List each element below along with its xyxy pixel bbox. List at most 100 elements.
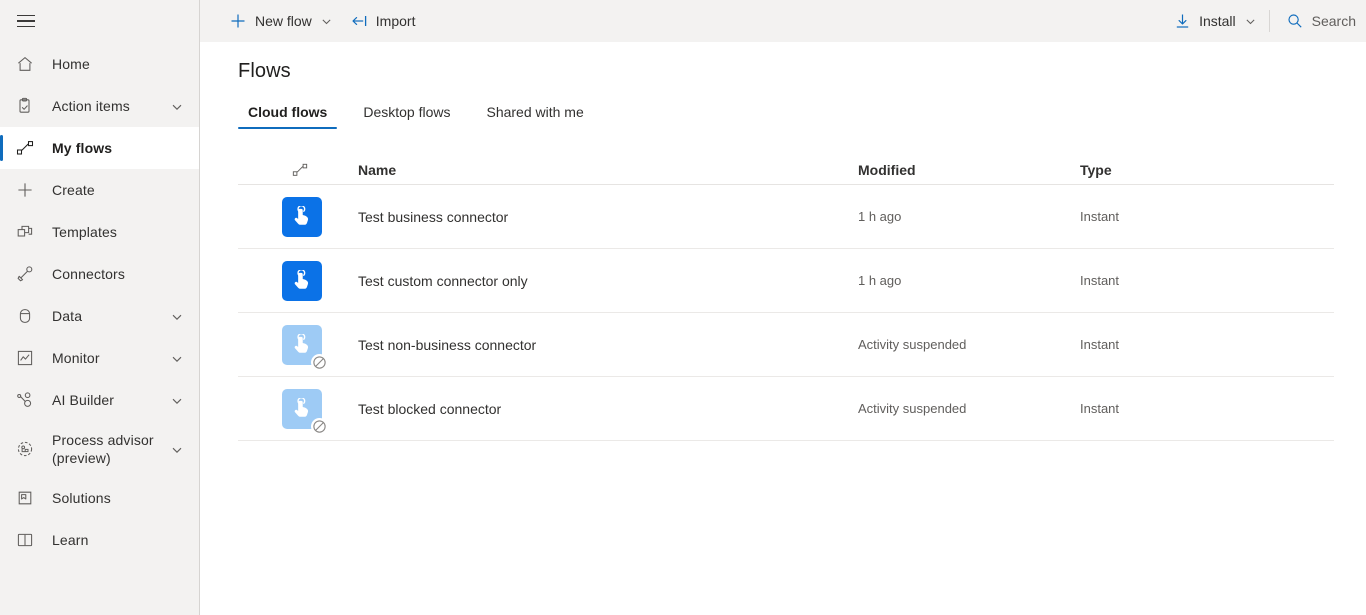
sidebar-item-label: Process advisor (preview) (52, 432, 154, 466)
flow-modified: 1 h ago (858, 209, 902, 224)
plus-icon (14, 180, 36, 200)
flow-type-icon-cell (238, 324, 358, 371)
sidebar-item-my-flows[interactable]: My flows (0, 127, 199, 169)
sidebar-item-learn[interactable]: Learn (0, 519, 199, 561)
table-header-row: Name Modified Type (238, 155, 1334, 185)
sidebar-item-label: Connectors (52, 265, 125, 282)
flow-name[interactable]: Test blocked connector (358, 401, 858, 417)
process-advisor-icon (14, 439, 36, 459)
tab-desktop-flows[interactable]: Desktop flows (353, 104, 460, 129)
sidebar-item-solutions[interactable]: Solutions (0, 477, 199, 519)
chevron-down-icon[interactable] (171, 100, 183, 112)
command-bar: New flow Import Install Search (200, 0, 1366, 42)
sidebar-item-connectors[interactable]: Connectors (0, 253, 199, 295)
clipboard-check-icon (14, 96, 36, 116)
main-area: New flow Import Install Search Flows Clo… (200, 0, 1366, 615)
column-header-type[interactable]: Type (1080, 162, 1334, 178)
sidebar-item-label: Action items (52, 97, 130, 114)
flow-type: Instant (1080, 209, 1120, 224)
sidebar-item-data[interactable]: Data (0, 295, 199, 337)
download-icon (1173, 12, 1191, 30)
sidebar-item-label: Learn (52, 531, 89, 548)
new-flow-button[interactable]: New flow (220, 0, 341, 42)
instant-trigger-tile (282, 196, 322, 237)
flow-icon (14, 138, 36, 158)
column-header-modified[interactable]: Modified (858, 162, 1080, 178)
chevron-down-icon (321, 16, 332, 27)
tab-shared-with-me[interactable]: Shared with me (476, 104, 593, 129)
sidebar-item-create[interactable]: Create (0, 169, 199, 211)
search-button[interactable]: Search (1274, 0, 1366, 42)
sidebar-item-home[interactable]: Home (0, 43, 199, 85)
new-flow-label: New flow (255, 13, 312, 29)
import-label: Import (375, 13, 416, 29)
column-header-icon (238, 162, 358, 178)
sidebar-item-monitor[interactable]: Monitor (0, 337, 199, 379)
chevron-down-icon (1245, 16, 1256, 27)
tab-cloud-flows[interactable]: Cloud flows (238, 104, 338, 129)
flow-name[interactable]: Test non-business connector (358, 337, 858, 353)
flow-type-icon-cell (238, 260, 358, 301)
sidebar-item-label: AI Builder (52, 391, 115, 408)
flow-modified: 1 h ago (858, 273, 902, 288)
sidebar-item-action-items[interactable]: Action items (0, 85, 199, 127)
ai-builder-icon (14, 390, 36, 410)
chevron-down-icon[interactable] (171, 310, 183, 322)
sidebar-item-label: Solutions (52, 489, 111, 506)
table-body: Test business connector 1 h ago Instant Tes… (238, 185, 1334, 441)
page-body: Flows Cloud flows Desktop flows Shared wit… (200, 42, 1366, 441)
install-button[interactable]: Install (1164, 0, 1265, 42)
flow-type-icon-cell (238, 196, 358, 237)
table-row[interactable]: Test non-business connector Activity susp… (238, 313, 1334, 377)
instant-flow-icon (282, 324, 328, 371)
flow-type-icon-cell (238, 388, 358, 435)
sidebar-item-templates[interactable]: Templates (0, 211, 199, 253)
table-row[interactable]: Test business connector 1 h ago Instant (238, 185, 1334, 249)
sidebar-item-label: Create (52, 181, 95, 198)
flow-modified: Activity suspended (858, 337, 967, 352)
flow-name[interactable]: Test custom connector only (358, 273, 858, 289)
command-bar-divider (1268, 10, 1270, 32)
flow-name[interactable]: Test business connector (358, 209, 858, 225)
blocked-icon (311, 353, 328, 371)
power-automate-app: Home Action items My flows Create Templates C… (0, 0, 1366, 615)
sidebar-item-label: Templates (52, 223, 118, 240)
chevron-down-icon[interactable] (171, 443, 183, 455)
search-label: Search (1311, 13, 1356, 29)
monitor-chart-icon (14, 348, 36, 368)
blocked-icon (311, 417, 328, 435)
flow-modified: Activity suspended (858, 401, 967, 416)
sidebar-item-label: My flows (52, 139, 113, 156)
sidebar: Home Action items My flows Create Templates C… (0, 0, 200, 615)
table-row[interactable]: Test blocked connector Activity suspended… (238, 377, 1334, 441)
chevron-down-icon[interactable] (171, 394, 183, 406)
install-label: Install (1199, 13, 1236, 29)
table-row[interactable]: Test custom connector only 1 h ago Instant (238, 249, 1334, 313)
search-icon (1286, 12, 1304, 30)
chevron-down-icon[interactable] (171, 352, 183, 364)
instant-flow-icon (282, 196, 322, 237)
import-button[interactable]: Import (341, 0, 425, 42)
sidebar-item-label: Home (52, 55, 90, 72)
flow-type: Instant (1080, 337, 1120, 352)
flows-table: Name Modified Type Test business connect… (238, 155, 1334, 441)
plus-icon (229, 12, 247, 30)
instant-flow-icon (282, 260, 322, 301)
home-icon (14, 54, 36, 74)
sidebar-item-label: Data (52, 307, 83, 324)
import-arrow-icon (350, 12, 368, 30)
sidebar-item-process-advisor-preview[interactable]: Process advisor (preview) (0, 421, 199, 477)
command-bar-right: Install Search (1164, 0, 1366, 42)
flow-icon (292, 163, 308, 176)
flow-type: Instant (1080, 401, 1120, 416)
instant-trigger-tile (282, 260, 322, 301)
plug-icon (14, 264, 36, 284)
sidebar-nav: Home Action items My flows Create Templates C… (0, 43, 199, 561)
column-header-name[interactable]: Name (358, 162, 858, 178)
flow-tabs: Cloud flows Desktop flows Shared with me (238, 97, 1366, 129)
templates-icon (14, 222, 36, 242)
book-icon (14, 530, 36, 550)
sidebar-item-ai-builder[interactable]: AI Builder (0, 379, 199, 421)
hamburger-icon[interactable] (4, 0, 48, 42)
page-title: Flows (238, 60, 291, 82)
